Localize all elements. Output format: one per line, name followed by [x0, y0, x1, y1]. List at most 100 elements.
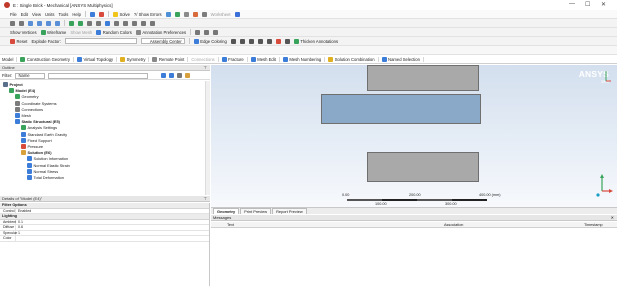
solve-button[interactable]: Solve — [112, 11, 130, 17]
col-timestamp[interactable]: Timestamp — [584, 223, 603, 227]
show-mesh-button[interactable]: Show Mesh — [70, 30, 92, 35]
menu-help[interactable]: Help — [72, 12, 81, 17]
tree-node[interactable]: Solution (E6) — [21, 150, 52, 156]
ctx-mesh-edit[interactable]: Mesh Edit — [250, 56, 280, 62]
edge-style-icon[interactable] — [230, 38, 236, 44]
tree-node[interactable]: Mesh — [15, 113, 31, 118]
reset-button[interactable]: Reset — [10, 38, 27, 44]
menu-units[interactable]: Units — [45, 12, 55, 17]
ctx-virtual-topology[interactable]: Virtual Topology — [76, 56, 118, 62]
thin-icon[interactable] — [284, 38, 290, 44]
stop-icon[interactable] — [98, 11, 104, 17]
axis-triad-icon[interactable] — [591, 173, 613, 201]
box-zoom-icon[interactable] — [96, 20, 101, 26]
ctx-named-selection[interactable]: Named Selection — [381, 56, 424, 62]
details-pin-icon[interactable]: ⊤ — [204, 196, 207, 201]
expand-all-icon[interactable] — [161, 73, 167, 78]
brick-top[interactable] — [367, 65, 479, 91]
wireframe-button[interactable]: Wireframe — [40, 29, 66, 35]
col-association[interactable]: Association — [444, 223, 463, 227]
row-value[interactable]: Enabled — [16, 209, 31, 213]
legend-icon[interactable] — [204, 29, 210, 35]
details-row[interactable]: Color — [0, 236, 209, 242]
thicken-icon[interactable] — [275, 38, 281, 44]
tree-node[interactable]: Coordinate Systems — [15, 100, 57, 106]
annotation-preferences-button[interactable]: Annotation Preferences — [135, 29, 186, 35]
maximize-button[interactable]: ☐ — [585, 1, 590, 8]
ctx-symmetry[interactable]: Symmetry — [120, 56, 150, 62]
brick-middle[interactable] — [321, 94, 481, 124]
close-button[interactable]: ✕ — [601, 1, 606, 8]
tree-node[interactable]: Model (E4) — [9, 88, 35, 94]
previous-view-icon[interactable] — [123, 20, 128, 26]
face-select-icon[interactable] — [46, 20, 51, 26]
chart-icon[interactable] — [165, 11, 171, 17]
tree-node[interactable]: Standard Earth Gravity — [21, 131, 67, 137]
col-text[interactable]: Text — [227, 223, 234, 227]
zoom-icon[interactable] — [87, 20, 92, 26]
ctx-remote-point[interactable]: Remote Point — [152, 56, 189, 62]
brick-bottom[interactable] — [367, 152, 479, 182]
tree-node[interactable]: Fixed Support — [21, 137, 52, 143]
fit-icon[interactable] — [150, 20, 155, 26]
edge-style5-icon[interactable] — [266, 38, 272, 44]
triad-top-icon[interactable] — [599, 69, 613, 83]
tab-print-preview[interactable]: Print Preview — [240, 208, 272, 214]
edge-select-icon[interactable] — [37, 20, 42, 26]
row-value[interactable]: 0.6 — [16, 225, 23, 229]
tree-node[interactable]: Geometry — [15, 94, 39, 100]
worksheet-button[interactable]: Worksheet — [211, 12, 231, 17]
edge-style3-icon[interactable] — [248, 38, 254, 44]
magnifier-icon[interactable] — [114, 20, 119, 26]
thicken-annotations-button[interactable]: Thicken Annotations — [293, 38, 338, 44]
row-value[interactable]: 1 — [16, 231, 20, 235]
tree-node[interactable]: Pressure — [21, 144, 43, 149]
help-cursor-icon[interactable] — [234, 11, 240, 17]
vertex-select-icon[interactable] — [28, 20, 33, 26]
menu-view[interactable]: View — [32, 12, 41, 17]
section-icon[interactable] — [201, 11, 207, 17]
collapse-all-icon[interactable] — [169, 73, 175, 78]
new-analysis-icon[interactable] — [89, 11, 95, 17]
probe-icon[interactable] — [174, 11, 180, 17]
comment-icon[interactable] — [183, 11, 189, 17]
rotate-icon[interactable] — [69, 20, 74, 26]
triad-icon[interactable] — [213, 29, 219, 35]
select-mode-icon[interactable] — [19, 20, 24, 26]
assembly-center-select[interactable]: Assembly Center — [140, 38, 185, 44]
tree-node[interactable]: Normal Elastic Strain — [27, 162, 70, 168]
iso-view-icon[interactable] — [141, 20, 146, 26]
minimize-button[interactable]: — — [569, 1, 575, 7]
graphics-viewport[interactable]: ANSYS 16.0 0.00 200.00 400.00 (mm) 100.0… — [211, 65, 617, 207]
next-view-icon[interactable] — [132, 20, 137, 26]
image-icon[interactable] — [192, 11, 198, 17]
row-value[interactable]: 0.1 — [16, 220, 23, 224]
tree-node[interactable]: Project — [3, 82, 23, 87]
messages-close-icon[interactable]: ✕ — [611, 215, 614, 220]
ctx-fracture[interactable]: Fracture — [221, 56, 248, 62]
edge-coloring-button[interactable]: Edge Coloring — [193, 38, 227, 44]
ctx-connections[interactable]: Connections — [191, 56, 219, 62]
zoom-fit-icon[interactable] — [105, 20, 110, 26]
ctx-construction-geometry[interactable]: Construction Geometry — [20, 56, 74, 62]
random-colors-button[interactable]: Random Colors — [96, 29, 132, 35]
tab-report-preview[interactable]: Report Preview — [272, 208, 307, 214]
ctx-mesh-numbering[interactable]: Mesh Numbering — [282, 56, 326, 62]
pan-icon[interactable] — [10, 20, 15, 26]
outline-scrollbar[interactable] — [205, 81, 210, 195]
tree-node[interactable]: Normal Stress — [27, 168, 58, 174]
filter-search-input[interactable] — [48, 72, 149, 79]
menu-file[interactable]: File — [10, 12, 17, 17]
explode-factor-slider[interactable] — [64, 38, 137, 44]
tree-settings-icon[interactable] — [185, 73, 191, 78]
filter-select[interactable]: Name — [15, 72, 46, 79]
tree-node[interactable]: Static Structural (E5) — [15, 119, 60, 125]
tree-node[interactable]: Solution Information — [27, 156, 68, 162]
menu-edit[interactable]: Edit — [21, 12, 28, 17]
pan-view-icon[interactable] — [78, 20, 83, 26]
show-errors-button[interactable]: ?/ Show Errors — [134, 12, 162, 17]
edge-style2-icon[interactable] — [239, 38, 245, 44]
tree-node[interactable]: Connections — [15, 106, 43, 112]
ruler-icon[interactable] — [195, 29, 201, 35]
ctx-solution-combination[interactable]: Solution Combination — [328, 56, 379, 62]
